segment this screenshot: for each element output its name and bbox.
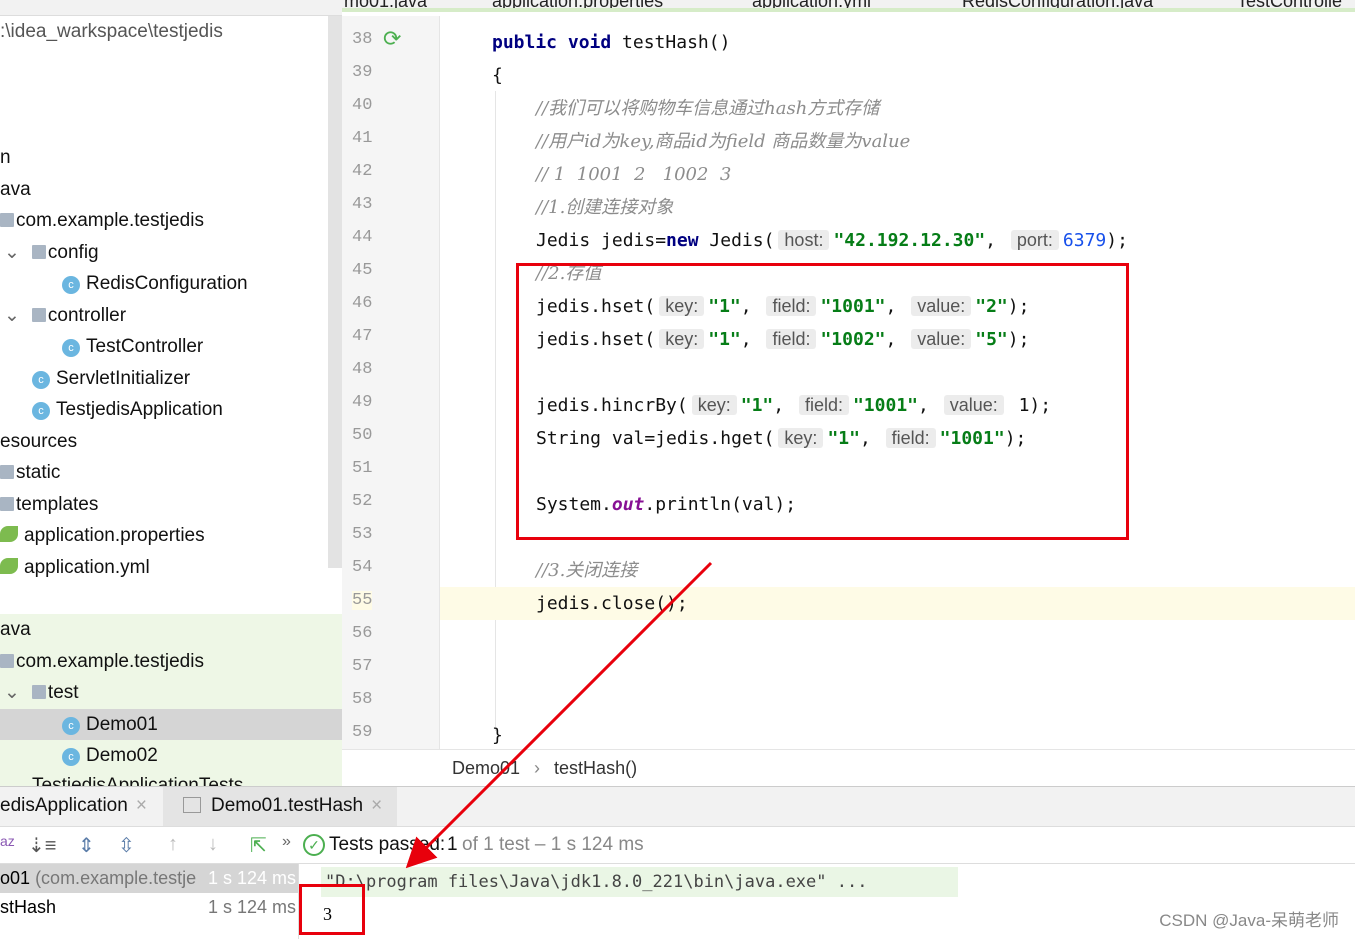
- watermark: CSDN @Java-呆萌老师: [1159, 911, 1339, 930]
- annotation-arrow: [405, 561, 713, 869]
